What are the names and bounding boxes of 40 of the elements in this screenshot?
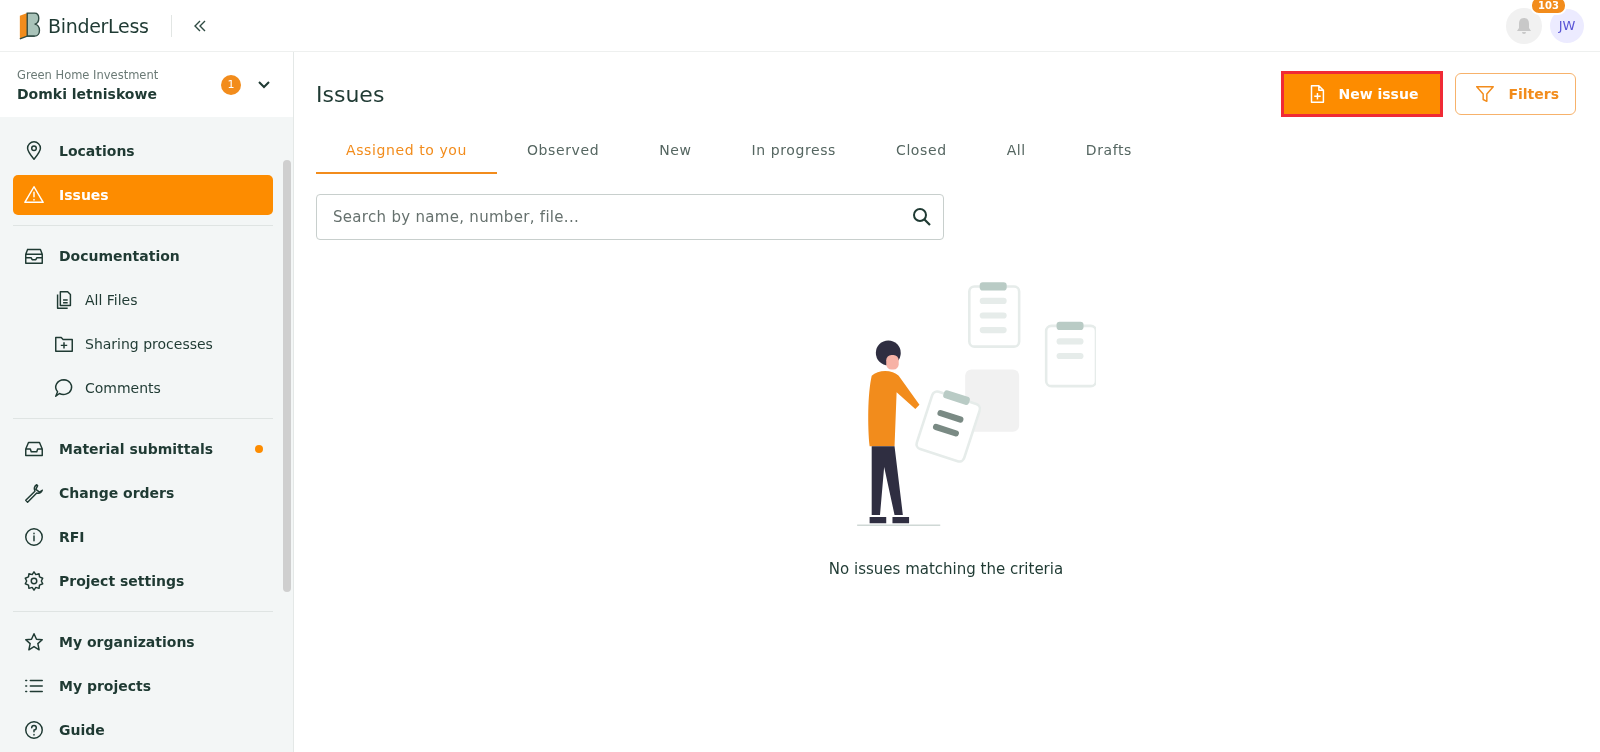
logo-icon bbox=[18, 11, 42, 40]
page-title: Issues bbox=[316, 81, 385, 107]
user-avatar[interactable]: JW bbox=[1550, 8, 1584, 43]
tab[interactable]: Observed bbox=[497, 132, 630, 174]
nav-item[interactable]: Change orders bbox=[13, 473, 273, 513]
nav-item[interactable]: Documentation bbox=[13, 236, 273, 276]
tab[interactable]: Closed bbox=[866, 132, 977, 174]
tab[interactable]: Drafts bbox=[1055, 132, 1162, 174]
warning-icon bbox=[23, 184, 45, 206]
star-icon bbox=[23, 631, 45, 653]
app-name: BinderLess bbox=[48, 14, 149, 37]
filter-icon bbox=[1474, 83, 1497, 105]
nav-item[interactable]: RFI bbox=[13, 517, 273, 557]
nav-subitem[interactable]: Sharing processes bbox=[13, 323, 273, 365]
speech-bubble-icon bbox=[53, 377, 75, 399]
project-count-badge: 1 bbox=[221, 74, 241, 95]
nav-item[interactable]: Locations bbox=[13, 131, 273, 171]
nav-item[interactable]: My projects bbox=[13, 666, 273, 706]
tab[interactable]: In progress bbox=[721, 132, 866, 174]
nav-subitem[interactable]: Comments bbox=[13, 367, 273, 409]
project-name: Domki letniskowe bbox=[17, 85, 158, 102]
tab[interactable]: New bbox=[629, 132, 722, 174]
nav-item[interactable]: My organizations bbox=[13, 622, 273, 662]
notification-count: 103 bbox=[1530, 0, 1567, 15]
empty-message: No issues matching the criteria bbox=[828, 560, 1064, 578]
tab[interactable]: All bbox=[976, 132, 1056, 174]
help-icon bbox=[23, 719, 45, 741]
wrench-icon bbox=[23, 482, 45, 504]
search-icon[interactable] bbox=[912, 207, 932, 227]
scrollbar[interactable] bbox=[283, 160, 291, 592]
search-field[interactable]: Search by name, number, file... bbox=[316, 194, 944, 240]
nav-item[interactable]: Material submittals bbox=[13, 429, 273, 469]
nav-item[interactable]: Project settings bbox=[13, 561, 273, 601]
nav-item[interactable]: Guide bbox=[13, 710, 273, 750]
project-selector[interactable]: Green Home Investment Domki letniskowe 1 bbox=[0, 52, 293, 117]
organization-name: Green Home Investment bbox=[17, 67, 160, 82]
bell-icon bbox=[1514, 15, 1534, 36]
settings-icon bbox=[23, 570, 45, 592]
nav-subitem[interactable]: All Files bbox=[13, 279, 273, 321]
info-icon bbox=[23, 526, 45, 548]
